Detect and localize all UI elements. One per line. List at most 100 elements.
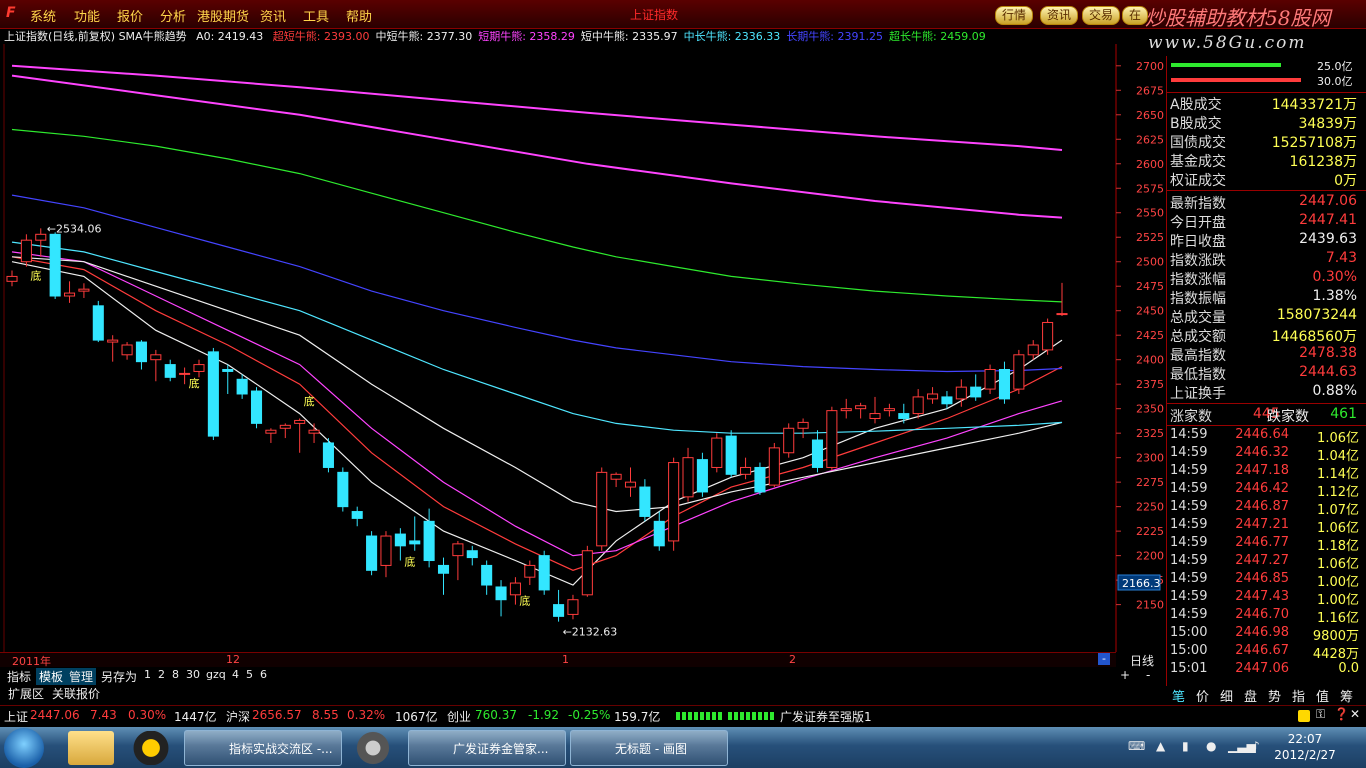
tab-extension[interactable]: 扩展区 (8, 685, 44, 702)
tick-row: 14:59 2446.85 1.00亿 (1167, 571, 1361, 590)
lock-icon[interactable]: ⚿ (1316, 707, 1325, 722)
candle-body (222, 368, 234, 372)
panel-tab[interactable]: 细 (1220, 686, 1233, 705)
menu-item-analysis[interactable]: 分析 (160, 6, 186, 25)
menu-item-quote[interactable]: 报价 (117, 6, 143, 25)
row-label: 上证换手 (1170, 386, 1226, 402)
panel-tab[interactable]: 笔 (1172, 686, 1185, 705)
tray-qq-icon[interactable]: ● (1206, 739, 1216, 753)
media-player-icon[interactable] (350, 731, 396, 765)
tab-manage[interactable]: 管理 (66, 668, 97, 685)
close-icon[interactable]: ✕ (1350, 707, 1360, 721)
tab-num[interactable]: 1 (144, 668, 151, 681)
tick-price: 2446.77 (1235, 535, 1289, 550)
tick-time: 14:59 (1170, 517, 1208, 532)
taskbar-button-paint[interactable]: 无标题 - 画图 (570, 730, 728, 766)
row-label: 昨日收盘 (1170, 234, 1226, 250)
app-logo: F (6, 5, 16, 21)
tab-market[interactable]: 行情 (995, 6, 1034, 25)
tab-num[interactable]: 6 (260, 668, 267, 681)
index-stat-row: 指数涨跌 7.43 (1167, 250, 1361, 269)
candle-body (236, 378, 248, 395)
explorer-icon[interactable] (68, 731, 114, 765)
panel-tab[interactable]: 筹 (1340, 686, 1353, 705)
tray-language-icon[interactable]: ⌨ (1128, 739, 1145, 753)
row-label: 最新指数 (1170, 196, 1226, 212)
tick-volume: 1.14亿 (1317, 467, 1359, 482)
zoom-in-button[interactable]: + (1120, 668, 1130, 682)
row-label: B股成交 (1170, 116, 1222, 132)
tab-related-quote[interactable]: 关联报价 (52, 685, 100, 702)
candle-body (941, 396, 953, 405)
candle-body (452, 543, 464, 557)
tray-volume-icon[interactable]: ♪ (1252, 739, 1260, 753)
candle-body (883, 408, 895, 412)
row-value: 34839万 (1298, 116, 1357, 132)
tray-battery-icon[interactable]: ▮ (1182, 739, 1189, 753)
tray-arrow-icon[interactable]: ▲ (1156, 739, 1165, 753)
taskbar-button-broker[interactable]: 广发证券金管家... (408, 730, 566, 766)
status-bar: 上证 2447.06 7.43 0.30% 1447亿 沪深 2656.57 8… (0, 705, 1366, 726)
quote-panel: 25.0亿 30.0亿 A股成交 14433721万 B股成交 34839万 国债成交 1… (1166, 56, 1366, 686)
clock-time: 22:07 (1287, 732, 1323, 746)
qq-icon[interactable] (128, 731, 174, 765)
candle-body (754, 466, 766, 493)
row-value: 2478.38 (1299, 345, 1357, 361)
menu-item-news[interactable]: 资讯 (260, 6, 286, 25)
tab-num[interactable]: 5 (246, 668, 253, 681)
tab-save-as[interactable]: 另存为 (98, 668, 140, 685)
candle-body (869, 413, 881, 419)
candle-body (6, 275, 18, 282)
tab-num[interactable]: 30 (186, 668, 200, 681)
taskbar-button-forum[interactable]: 指标实战交流区 -... (184, 730, 342, 766)
row-label: 总成交额 (1170, 329, 1226, 345)
tab-num[interactable]: 4 (232, 668, 239, 681)
menu-item-tools[interactable]: 工具 (303, 6, 329, 25)
candle-body (49, 233, 61, 297)
tab-trade[interactable]: 交易 (1082, 6, 1121, 25)
tab-num[interactable]: 2 (158, 668, 165, 681)
cy-pct: -0.25% (568, 708, 611, 722)
price-tick-label: 2500 (1136, 256, 1164, 269)
candlestick-chart[interactable]: 2700 2675 2650 2625 2600 2575 2550 2525 2500 2475… (0, 44, 1166, 652)
notify-icon[interactable] (1298, 710, 1310, 722)
row-value: 0万 (1334, 173, 1357, 189)
panel-tab[interactable]: 指 (1292, 686, 1305, 705)
tab-num[interactable]: gzq (206, 668, 226, 681)
candle-body (1027, 344, 1039, 356)
candle-body (150, 354, 162, 361)
candle-body (1042, 321, 1054, 351)
tick-row: 15:01 2447.06 0.0 (1167, 661, 1361, 679)
menu-item-help[interactable]: 帮助 (346, 6, 372, 25)
candle-body (855, 405, 867, 410)
tab-num[interactable]: 8 (172, 668, 179, 681)
tab-indicator[interactable]: 指标 (4, 668, 34, 685)
windows-start-icon[interactable] (4, 728, 44, 768)
help-icon[interactable]: ❓ (1334, 707, 1349, 721)
candle-body (351, 511, 363, 519)
tab-template[interactable]: 模板 (36, 668, 67, 685)
menu-item-system[interactable]: 系统 (30, 6, 56, 25)
date-axis-minus[interactable]: - (1098, 653, 1110, 665)
index-stat-row: 指数振幅 1.38% (1167, 288, 1361, 307)
zoom-out-button[interactable]: - (1146, 668, 1150, 682)
candle-body (783, 427, 795, 454)
menu-item-hk-futures[interactable]: 港股期货 (197, 6, 249, 25)
panel-tab[interactable]: 势 (1268, 686, 1281, 705)
tab-news[interactable]: 资讯 (1040, 6, 1079, 25)
date-axis: 2011年 12 1 2 - (0, 652, 1116, 668)
panel-tabs: 笔价细盘势指值筹 (1166, 684, 1366, 705)
menu-item-function[interactable]: 功能 (74, 6, 100, 25)
tick-price: 2446.85 (1235, 571, 1289, 586)
panel-tab[interactable]: 盘 (1244, 686, 1257, 705)
tick-row: 14:59 2447.27 1.06亿 (1167, 553, 1361, 572)
row-label: 权证成交 (1170, 173, 1226, 189)
tick-time: 14:59 (1170, 607, 1208, 622)
clock[interactable]: 22:07 2012/2/27 (1270, 731, 1340, 763)
price-tick-label: 2275 (1136, 476, 1164, 489)
indicator-line-3: 短中牛熊: 2335.97 (580, 30, 678, 43)
tick-volume: 4428万 (1312, 647, 1359, 662)
panel-tab[interactable]: 值 (1316, 686, 1329, 705)
candle-body (653, 520, 665, 547)
panel-tab[interactable]: 价 (1196, 686, 1209, 705)
